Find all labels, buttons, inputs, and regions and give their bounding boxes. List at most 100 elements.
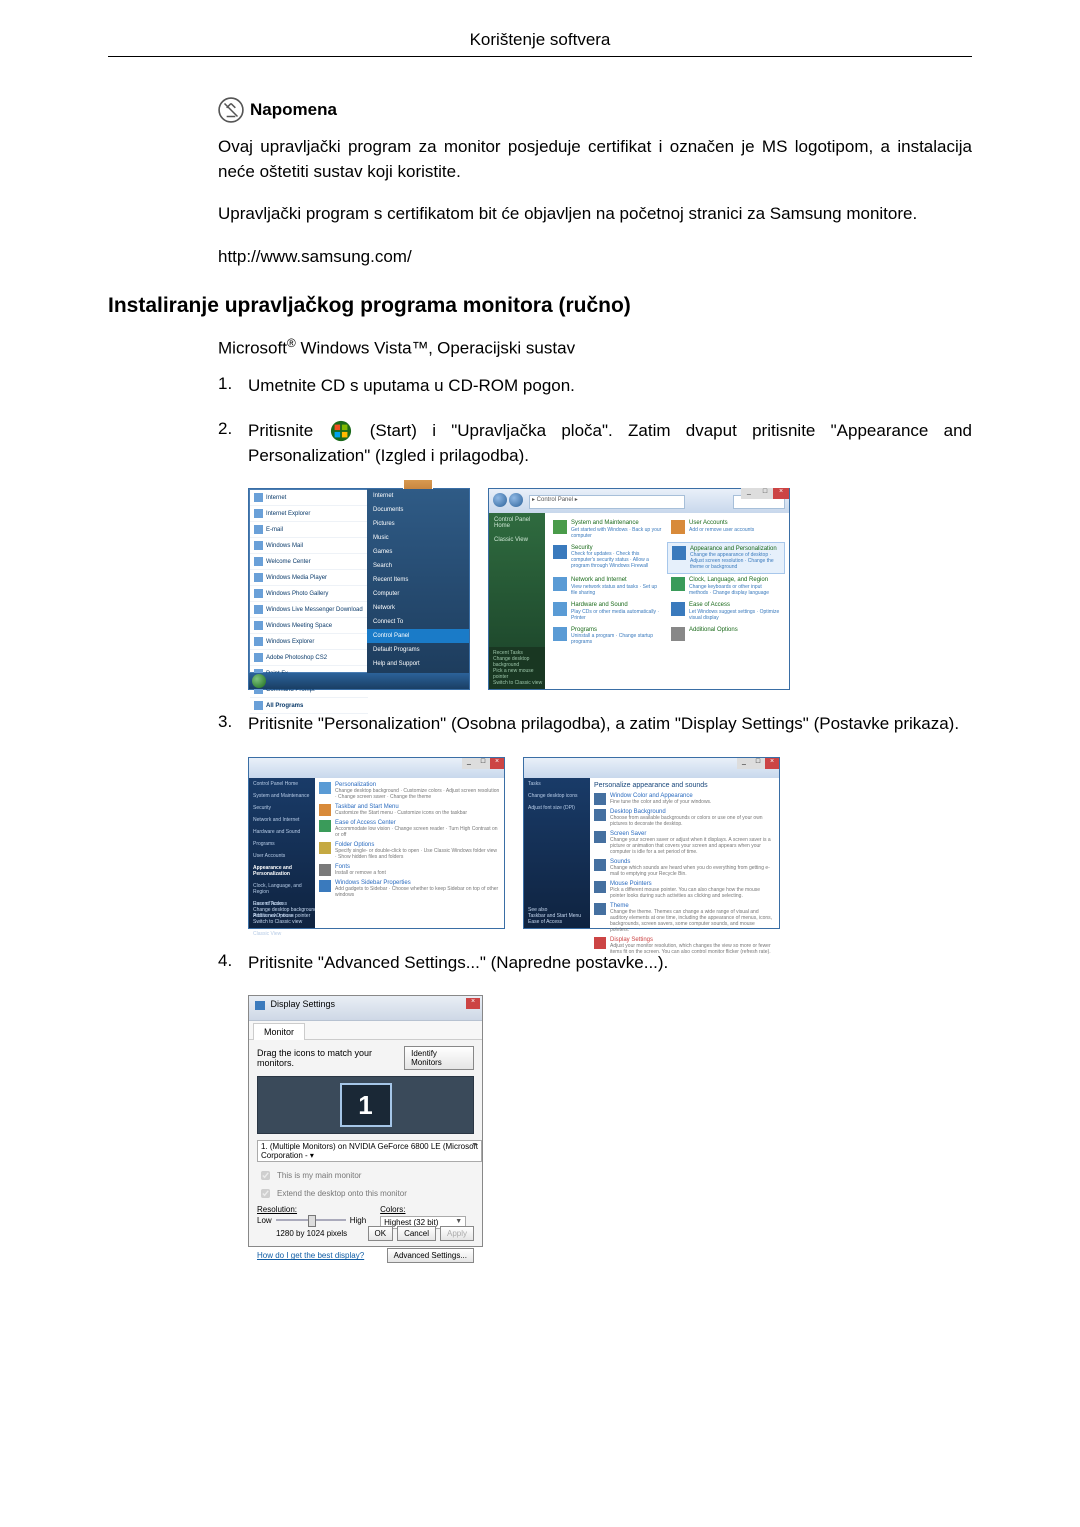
- list-item: Folder OptionsSpecify single- or double-…: [319, 842, 500, 860]
- screenshot-control-panel: ▸ Control Panel ▸ _ □ × Control Panel Ho…: [488, 488, 790, 690]
- dialog-titlebar: Display Settings ×: [249, 996, 482, 1021]
- maximize-icon: □: [751, 758, 765, 769]
- control-panel-category: Ease of AccessLet Windows suggest settin…: [667, 599, 785, 624]
- sidebar-item: Appearance and Personalization: [249, 862, 315, 880]
- list-item: ThemeChange the theme. Themes can change…: [594, 903, 775, 933]
- sidebar-item: Tasks: [524, 778, 590, 790]
- identify-monitors-button: Identify Monitors: [404, 1046, 474, 1070]
- start-menu-item: Windows Meeting Space: [250, 618, 368, 634]
- section-heading: Instaliranje upravljačkog programa monit…: [108, 294, 972, 318]
- sidebar-item: Control Panel Home: [249, 778, 315, 790]
- minimize-icon: _: [737, 758, 751, 769]
- note-block: Napomena Ovaj upravljački program za mon…: [218, 97, 972, 270]
- control-panel-category: User AccountsAdd or remove user accounts: [667, 517, 785, 542]
- sidebar-item: Control Panel Home: [489, 513, 545, 533]
- sidebar-item: Change desktop icons: [524, 790, 590, 802]
- start-menu-item: Adobe Photoshop CS2: [250, 650, 368, 666]
- note-paragraph-1: Ovaj upravljački program za monitor posj…: [218, 135, 972, 184]
- appearance-sidebar: Control Panel HomeSystem and Maintenance…: [249, 778, 315, 928]
- start-menu-right-item: Network: [367, 601, 469, 615]
- step-3: 3. Pritisnite "Personalization" (Osobna …: [218, 712, 972, 737]
- help-link: How do I get the best display?: [257, 1251, 364, 1260]
- back-icon: [493, 493, 507, 507]
- monitor-dropdown: 1. (Multiple Monitors) on NVIDIA GeForce…: [257, 1140, 482, 1162]
- resolution-slider: [276, 1214, 346, 1226]
- list-item: Desktop BackgroundChoose from available …: [594, 809, 775, 827]
- screenshot-appearance: _ □ × Control Panel HomeSystem and Maint…: [248, 757, 505, 929]
- step-number: 2.: [218, 419, 248, 439]
- ordered-list: 3. Pritisnite "Personalization" (Osobna …: [218, 712, 972, 737]
- start-menu-item: Welcome Center: [250, 554, 368, 570]
- minimize-icon: _: [462, 758, 476, 769]
- appearance-body: PersonalizationChange desktop background…: [315, 778, 504, 928]
- start-menu-right-item: Pictures: [367, 517, 469, 531]
- personalization-sidebar: TasksChange desktop iconsAdjust font siz…: [524, 778, 590, 928]
- os-prefix: Microsoft: [218, 338, 287, 357]
- sidebar-recent-tasks: Recent TasksChange desktop backgroundPic…: [489, 647, 553, 689]
- list-item: Taskbar and Start MenuCustomize the Star…: [319, 804, 500, 816]
- step-number: 4.: [218, 951, 248, 971]
- step-number: 3.: [218, 712, 248, 732]
- start-menu-right-item: Help and Support: [367, 657, 469, 671]
- close-icon: ×: [765, 758, 779, 769]
- advanced-settings-button: Advanced Settings...: [387, 1248, 474, 1263]
- page-header: Korištenje softvera: [108, 30, 972, 57]
- control-panel-category: ProgramsUninstall a program · Change sta…: [549, 624, 667, 649]
- start-menu-right-item: Connect To: [367, 615, 469, 629]
- checkbox-input: [261, 1189, 270, 1198]
- sidebar-item: Clock, Language, and Region: [249, 880, 315, 898]
- screenshot-personalization: _ □ × TasksChange desktop iconsAdjust fo…: [523, 757, 780, 929]
- monitor-1-icon: 1: [340, 1083, 392, 1127]
- cancel-button: Cancel: [397, 1226, 436, 1241]
- sidebar-item: Classic View: [489, 533, 545, 547]
- step-2: 2. Pritisnite (Start) i "Upravljačka plo…: [218, 419, 972, 468]
- sidebar-item: Security: [249, 802, 315, 814]
- start-menu-right: InternetDocumentsPicturesMusicGamesSearc…: [367, 489, 469, 689]
- control-panel-category: System and MaintenanceGet started with W…: [549, 517, 667, 542]
- window-titlebar: _ □ ×: [524, 758, 779, 779]
- control-panel-body: System and MaintenanceGet started with W…: [545, 513, 789, 689]
- maximize-icon: □: [757, 488, 773, 499]
- note-icon: [218, 97, 244, 123]
- window-buttons: _ □ ×: [741, 488, 789, 499]
- sidebar-bottom: See alsoTaskbar and Start MenuEase of Ac…: [524, 904, 598, 928]
- checkbox-input: [261, 1171, 270, 1180]
- note-url: http://www.samsung.com/: [218, 245, 972, 270]
- sidebar-item: User Accounts: [249, 850, 315, 862]
- sidebar-item: Adjust font size (DPI): [524, 802, 590, 814]
- panel-heading: Personalize appearance and sounds: [594, 782, 775, 789]
- step-number: 1.: [218, 374, 248, 394]
- os-line: Microsoft® Windows Vista™‚ Operacijski s…: [218, 336, 972, 359]
- address-bar: ▸ Control Panel ▸: [529, 495, 685, 509]
- control-panel-category: Additional Options: [667, 624, 785, 649]
- resolution-column: Resolution: Low High 1280 by 1024 pixels: [257, 1205, 366, 1238]
- screenshot-start-menu: InternetInternet ExplorerE-mailWindows M…: [248, 488, 470, 690]
- list-item: Windows Sidebar PropertiesAdd gadgets to…: [319, 880, 500, 898]
- checkbox-main-monitor: This is my main monitor: [257, 1168, 474, 1183]
- window-titlebar: ▸ Control Panel ▸ _ □ ×: [489, 489, 789, 514]
- list-item: FontsInstall or remove a font: [319, 864, 500, 876]
- control-panel-category: Appearance and PersonalizationChange the…: [667, 542, 785, 575]
- start-menu-right-item: Music: [367, 531, 469, 545]
- start-menu-item: Windows Live Messenger Download: [250, 602, 368, 618]
- checkbox-extend-desktop: Extend the desktop onto this monitor: [257, 1186, 474, 1201]
- control-panel-sidebar: Control Panel HomeClassic ViewRecent Tas…: [489, 513, 545, 689]
- control-panel-category: Hardware and SoundPlay CDs or other medi…: [549, 599, 667, 624]
- start-menu-right-item: Documents: [367, 503, 469, 517]
- sidebar-bottom: Recent TasksChange desktop backgroundPic…: [249, 898, 323, 928]
- start-menu-item: Windows Media Player: [250, 570, 368, 586]
- start-menu-item: E-mail: [250, 522, 368, 538]
- registered-symbol: ®: [287, 336, 296, 350]
- sidebar-item: Classic View: [249, 928, 315, 940]
- maximize-icon: □: [476, 758, 490, 769]
- personalization-body: Personalize appearance and sounds Window …: [590, 778, 779, 928]
- start-menu-item: All Programs: [250, 698, 368, 714]
- list-item: Display SettingsAdjust your monitor reso…: [594, 937, 775, 955]
- list-item: Screen SaverChange your screen saver or …: [594, 831, 775, 855]
- start-menu-item: Internet: [250, 490, 368, 506]
- start-orb-icon: [252, 674, 266, 688]
- list-item: Window Color and AppearanceFine tune the…: [594, 793, 775, 805]
- control-panel-category: Network and InternetView network status …: [549, 574, 667, 599]
- sidebar-item: System and Maintenance: [249, 790, 315, 802]
- list-item: SoundsChange which sounds are heard when…: [594, 859, 775, 877]
